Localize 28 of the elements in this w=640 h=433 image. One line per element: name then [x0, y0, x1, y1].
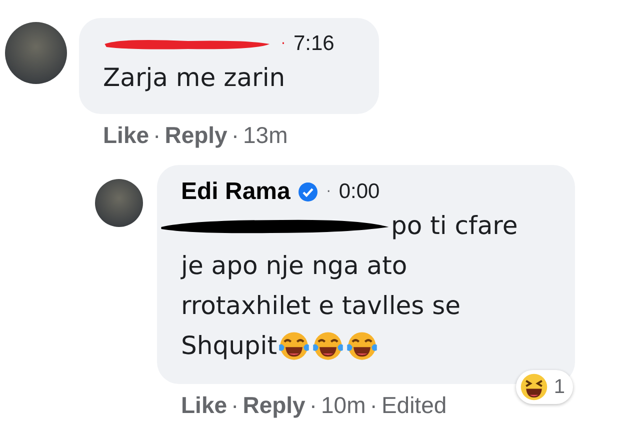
tears-of-joy-emoji-icon [311, 329, 346, 363]
comment-age[interactable]: 10m [321, 392, 366, 419]
comment-text: po ti cfare [391, 210, 518, 242]
edited-label: Edited [381, 392, 447, 419]
reaction-count[interactable]: 1 [516, 370, 573, 404]
laughing-emoji-icon [520, 373, 548, 401]
comment-age[interactable]: 13m [243, 122, 288, 149]
comment-time[interactable]: 7:16 [293, 32, 334, 56]
comment-text: rrotaxhilet e tavlles se [181, 290, 461, 322]
comment-text: je apo nje nga ato [181, 250, 408, 282]
comment-text: Shqupit [181, 330, 278, 362]
separator-dot: · [231, 392, 239, 419]
tears-of-joy-emoji-icon [277, 329, 312, 363]
author-name[interactable]: Edi Rama [181, 178, 290, 206]
separator-dot: · [231, 122, 240, 149]
reply-link[interactable]: Reply [164, 122, 228, 149]
separator-dot: · [326, 184, 331, 200]
like-link[interactable]: Like [103, 122, 150, 149]
separator-dot: · [370, 392, 378, 419]
comment-text: Zarja me zarin [103, 62, 286, 94]
comment-time[interactable]: 0:00 [338, 180, 380, 204]
reply-link[interactable]: Reply [242, 392, 306, 419]
separator-dot: · [153, 122, 161, 149]
like-link[interactable]: Like [181, 392, 228, 419]
avatar-photo-placeholder[interactable] [95, 179, 143, 227]
separator-dot: · [281, 36, 286, 52]
separator-dot: · [309, 392, 318, 419]
tears-of-joy-emoji-icon [345, 329, 380, 363]
